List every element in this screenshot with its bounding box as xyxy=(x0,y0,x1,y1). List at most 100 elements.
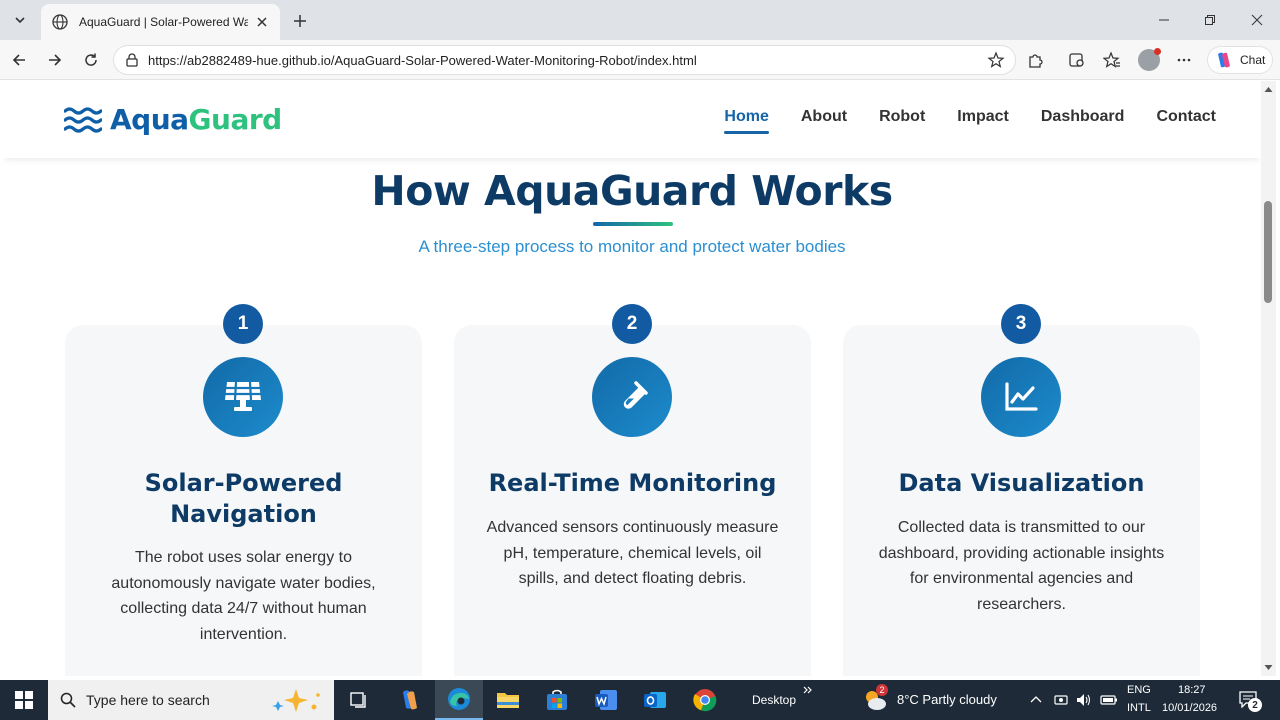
desktop-toolbar-label[interactable]: Desktop xyxy=(752,693,796,707)
folder-icon xyxy=(497,693,519,708)
step-description: Advanced sensors continuously measure pH… xyxy=(486,519,779,588)
word-icon xyxy=(595,690,617,710)
extensions-button[interactable] xyxy=(1024,48,1048,72)
browser-toolbar: https://ab2882489-hue.github.io/AquaGuar… xyxy=(0,40,1280,80)
forward-button[interactable] xyxy=(41,46,69,74)
back-button[interactable] xyxy=(5,46,33,74)
clock-time[interactable]: 18:27 xyxy=(1178,684,1206,696)
browser-tab-active[interactable]: AquaGuard | Solar-Powered Water Monitori… xyxy=(41,4,280,40)
nav-link-contact[interactable]: Contact xyxy=(1156,108,1216,134)
notification-center-button[interactable]: 2 xyxy=(1238,690,1262,712)
step-description: The robot uses solar energy to autonomou… xyxy=(111,549,376,644)
outlook-icon xyxy=(644,692,666,708)
refresh-button[interactable] xyxy=(77,46,105,74)
nav-link-robot[interactable]: Robot xyxy=(879,108,925,134)
puzzle-icon xyxy=(1029,54,1043,68)
windows-taskbar: Type here to search Desktop 2 8°C Partly… xyxy=(0,680,1280,720)
double-chevron-icon[interactable] xyxy=(803,685,813,695)
taskbar-copilot-app[interactable] xyxy=(386,680,434,720)
restore-icon xyxy=(1205,15,1215,25)
favorites-button[interactable] xyxy=(1100,48,1124,72)
step-card-1: 1 Solar-Powered Navigation The robot use… xyxy=(65,304,422,676)
search-icon xyxy=(60,692,76,708)
step-icon-circle xyxy=(203,357,283,437)
chat-label: Chat xyxy=(1240,53,1266,67)
volume-icon[interactable] xyxy=(1076,693,1092,707)
scroll-down-arrow-icon[interactable] xyxy=(1264,663,1273,672)
chevron-down-icon xyxy=(15,17,25,24)
meet-now-icon[interactable] xyxy=(1054,693,1068,707)
taskbar-word-app[interactable] xyxy=(582,680,630,720)
close-window-button[interactable] xyxy=(1234,0,1280,40)
store-icon xyxy=(547,689,567,710)
settings-more-button[interactable] xyxy=(1172,48,1196,72)
brand-part-aqua: Aqua xyxy=(110,103,189,136)
scroll-up-arrow-icon[interactable] xyxy=(1264,85,1273,94)
search-placeholder: Type here to search xyxy=(86,692,210,708)
favorites-list-icon xyxy=(1103,51,1120,68)
waves-icon xyxy=(64,106,102,133)
copilot-icon xyxy=(1218,52,1230,68)
search-highlight-sparkle-icon xyxy=(272,689,320,712)
taskbar-file-explorer-app[interactable] xyxy=(484,680,532,720)
battery-icon[interactable] xyxy=(1100,694,1118,706)
task-view-button[interactable] xyxy=(336,680,384,720)
page-scrollbar[interactable] xyxy=(1261,81,1276,676)
minimize-icon xyxy=(1159,19,1169,21)
solar-panel-icon xyxy=(225,381,261,411)
section-subtitle: A three-step process to monitor and prot… xyxy=(418,237,846,256)
step-title: Solar-Powered Navigation xyxy=(144,469,343,528)
nav-link-dashboard[interactable]: Dashboard xyxy=(1041,108,1125,134)
copilot-chat-button[interactable]: Chat xyxy=(1207,46,1273,74)
taskbar-chrome-app[interactable] xyxy=(681,680,729,720)
globe-icon xyxy=(52,14,68,30)
clock-date[interactable]: 10/01/2026 xyxy=(1162,702,1217,714)
profile-notification-dot xyxy=(1154,48,1161,55)
step-icon-circle xyxy=(981,357,1061,437)
step-title: Data Visualization xyxy=(898,469,1145,497)
browser-tab-strip: AquaGuard | Solar-Powered Water Monitori… xyxy=(0,0,1280,40)
nav-link-impact[interactable]: Impact xyxy=(957,108,1009,134)
url-text[interactable]: https://ab2882489-hue.github.io/AquaGuar… xyxy=(148,53,987,68)
task-view-icon xyxy=(350,692,366,708)
restore-button[interactable] xyxy=(1187,0,1233,40)
nav-link-about[interactable]: About xyxy=(801,108,847,134)
title-underline xyxy=(593,222,673,226)
notification-count-badge: 2 xyxy=(1248,698,1262,712)
start-button[interactable] xyxy=(0,680,48,720)
step-title: Real-Time Monitoring xyxy=(488,469,777,497)
taskbar-edge-app[interactable] xyxy=(435,680,483,720)
address-bar[interactable]: https://ab2882489-hue.github.io/AquaGuar… xyxy=(113,45,1016,75)
scrollbar-thumb[interactable] xyxy=(1264,201,1272,303)
input-language-primary[interactable]: ENG xyxy=(1127,684,1151,696)
input-language-secondary[interactable]: INTL xyxy=(1127,702,1151,714)
minimize-button[interactable] xyxy=(1141,0,1187,40)
refresh-icon xyxy=(85,53,97,66)
taskbar-search-box[interactable]: Type here to search xyxy=(48,680,334,720)
step-number-badge: 1 xyxy=(223,304,263,344)
close-tab-icon[interactable] xyxy=(254,14,270,30)
step-number-badge: 3 xyxy=(1001,304,1041,344)
favorite-star-icon[interactable] xyxy=(987,51,1005,69)
site-logo[interactable]: AquaGuard xyxy=(64,103,282,136)
step-description: Collected data is transmitted to our das… xyxy=(878,519,1165,614)
site-header: AquaGuard Home About Robot Impact Dashbo… xyxy=(4,81,1260,158)
weather-widget-icon[interactable]: 2 xyxy=(862,684,888,713)
weather-alert-badge: 2 xyxy=(876,684,888,696)
media-control-button[interactable] xyxy=(1065,48,1089,72)
show-hidden-icons-icon[interactable] xyxy=(1030,694,1042,706)
main-nav: Home About Robot Impact Dashboard Contac… xyxy=(692,108,1216,134)
brand-part-guard: Guard xyxy=(188,103,283,136)
weather-text[interactable]: 8°C Partly cloudy xyxy=(897,692,997,707)
step-icon-circle xyxy=(592,357,672,437)
taskbar-store-app[interactable] xyxy=(533,680,581,720)
site-info-icon[interactable] xyxy=(124,52,140,68)
nav-link-home[interactable]: Home xyxy=(724,108,770,134)
edge-browser-icon xyxy=(448,688,470,710)
more-dots-icon xyxy=(1177,58,1191,62)
close-icon xyxy=(1251,14,1263,26)
new-tab-button[interactable] xyxy=(288,9,312,33)
tab-actions-menu-button[interactable] xyxy=(6,6,34,34)
taskbar-outlook-app[interactable] xyxy=(631,680,679,720)
chrome-icon xyxy=(693,689,717,712)
